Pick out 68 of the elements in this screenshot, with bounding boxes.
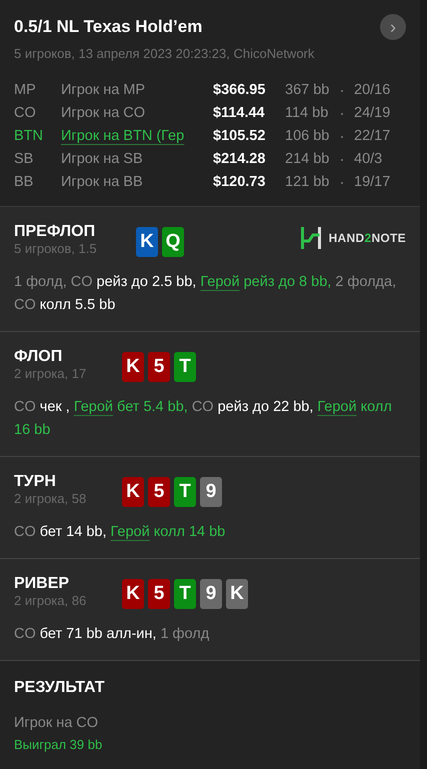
action-log: 1 фолд, CO рейз до 2.5 bb, Герой рейз до 8 bb, 2 фолда, CO колл 5.5 bb bbox=[14, 273, 398, 315]
playing-card: 9 bbox=[200, 477, 222, 507]
player-stats: 20/16 bbox=[354, 81, 390, 100]
hero-link[interactable]: Герой bbox=[110, 524, 150, 540]
street-title: ПРЕФЛОП bbox=[14, 223, 96, 241]
separator-dot bbox=[341, 182, 343, 184]
hero-link[interactable]: Герой bbox=[74, 399, 114, 415]
player-big-blinds: 214 bb bbox=[285, 150, 330, 169]
playing-card: Q bbox=[162, 227, 184, 257]
result-player: Игрок на CO bbox=[14, 714, 100, 733]
street-subtitle: 5 игроков, 1.5 bbox=[14, 241, 98, 256]
street-title: ТУРН bbox=[14, 473, 57, 491]
player-name: Игрок на CO bbox=[61, 105, 146, 121]
player-position: CO bbox=[14, 104, 37, 123]
street-subtitle: 2 игрока, 58 bbox=[14, 491, 88, 506]
playing-card: T bbox=[174, 579, 196, 609]
player-stack: $214.28 bbox=[213, 150, 266, 169]
playing-card: K bbox=[122, 579, 144, 609]
player-name: Игрок на MP bbox=[61, 82, 146, 98]
playing-card: T bbox=[174, 477, 196, 507]
street-title: РИВЕР bbox=[14, 575, 70, 593]
separator-dot bbox=[341, 136, 343, 138]
separator-dot bbox=[341, 112, 343, 114]
logo-text: HAND2NOTE bbox=[328, 230, 406, 247]
player-position: MP bbox=[14, 81, 37, 100]
player-stack: $114.44 bbox=[213, 104, 266, 123]
result-title: РЕЗУЛЬТАТ bbox=[14, 679, 106, 697]
player-name: Игрок на SB bbox=[61, 151, 143, 167]
playing-card: K bbox=[122, 477, 144, 507]
player-stats: 24/19 bbox=[354, 104, 390, 123]
hero-link[interactable]: Герой bbox=[317, 399, 357, 415]
action-log: CO бет 71 bb алл-ин, 1 фолд bbox=[14, 625, 210, 644]
playing-card: T bbox=[174, 352, 196, 382]
player-position: BTN bbox=[14, 127, 44, 146]
player-stats: 22/17 bbox=[354, 127, 390, 146]
playing-card: 5 bbox=[148, 579, 170, 609]
player-name: Игрок на BB bbox=[61, 174, 143, 190]
street-title: ФЛОП bbox=[14, 348, 64, 366]
separator-dot bbox=[341, 158, 343, 160]
separator-dot bbox=[341, 90, 343, 92]
logo-icon bbox=[300, 227, 321, 249]
player-stack: $120.73 bbox=[213, 173, 266, 192]
player-stats: 40/3 bbox=[354, 150, 382, 169]
player-stack: $105.52 bbox=[213, 127, 266, 146]
player-position: BB bbox=[14, 173, 34, 192]
playing-card: 5 bbox=[148, 477, 170, 507]
action-log: CO бет 14 bb, Герой колл 14 bb bbox=[14, 523, 226, 542]
player-big-blinds: 106 bb bbox=[285, 127, 330, 146]
action-log: CO чек , Герой бет 5.4 bb, CO рейз до 22 bb, Герой колл 16 bb bbox=[14, 398, 393, 440]
hero-link[interactable]: Герой bbox=[200, 274, 240, 290]
hand-title: 0.5/1 NL Texas Hold’em bbox=[14, 16, 204, 38]
playing-card: 5 bbox=[148, 352, 170, 382]
player-name[interactable]: Игрок на BTN (Гер bbox=[61, 128, 184, 144]
player-big-blinds: 114 bb bbox=[285, 104, 330, 123]
playing-card: K bbox=[122, 352, 144, 382]
player-stats: 19/17 bbox=[354, 173, 390, 192]
hand-subtitle: 5 игроков, 13 апреля 2023 20:23:23, ChicoNetwork bbox=[14, 44, 314, 63]
street-subtitle: 2 игрока, 86 bbox=[14, 593, 88, 608]
player-position: SB bbox=[14, 150, 34, 169]
playing-card: K bbox=[226, 579, 248, 609]
player-big-blinds: 367 bb bbox=[285, 81, 330, 100]
player-big-blinds: 121 bb bbox=[285, 173, 330, 192]
street-subtitle: 2 игрока, 17 bbox=[14, 366, 88, 381]
result-outcome: Выиграл 39 bb bbox=[14, 736, 104, 754]
playing-card: K bbox=[136, 227, 158, 257]
playing-card: 9 bbox=[200, 579, 222, 609]
next-button[interactable]: › bbox=[380, 14, 406, 40]
player-stack: $366.95 bbox=[213, 81, 266, 100]
